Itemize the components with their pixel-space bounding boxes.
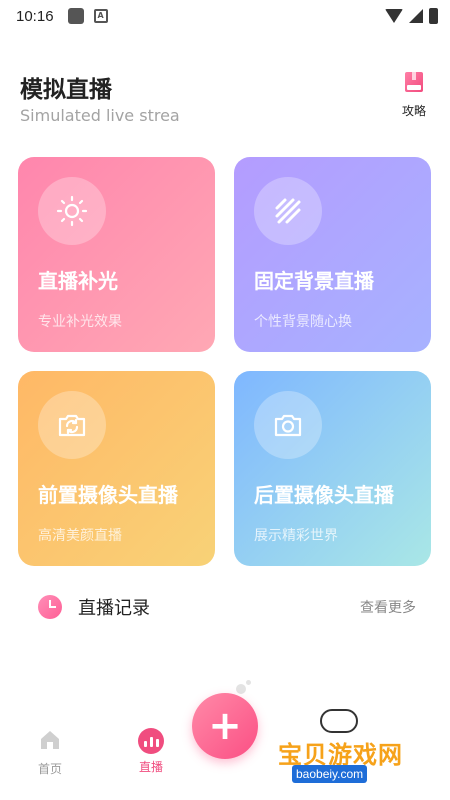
notification-icon [67,8,84,24]
view-more-link[interactable]: 查看更多 [360,597,416,617]
card-desc: 专业补光效果 [38,314,122,330]
camera-icon [274,414,302,437]
plus-icon: + [208,703,242,749]
status-bar: 10:16 A [0,0,450,32]
signal-icon [409,9,423,23]
camera-switch-icon [58,414,86,437]
card-icon-circle [254,391,322,459]
card-rear-camera[interactable]: 后置摄像头直播 展示精彩世界 [234,371,431,566]
watermark-logo: 宝贝游戏网 baobeiy.com [272,705,422,785]
nav-home-label: 首页 [37,762,62,776]
add-button[interactable]: + [192,693,258,759]
home-icon [41,731,59,749]
watermark-url: baobeiy.com [292,765,368,783]
nav-live[interactable]: 直播 [121,728,181,775]
decor-dot [246,680,251,685]
card-title: 前置摄像头直播 [38,483,178,507]
card-icon-circle [38,391,106,459]
app-notification-icon: A [93,9,108,23]
card-desc: 展示精彩世界 [254,528,338,544]
card-title: 直播补光 [38,269,118,293]
live-records-row: 直播记录 查看更多 [38,592,416,622]
sun-icon [56,195,88,227]
wifi-icon [385,9,403,23]
card-desc: 高清美颜直播 [38,528,122,544]
battery-icon [429,8,438,24]
book-icon [405,72,423,92]
card-fixed-background[interactable]: 固定背景直播 个性背景随心换 [234,157,431,352]
records-title: 直播记录 [78,598,150,619]
decor-dot [236,684,246,694]
nav-home[interactable]: 首页 [20,728,80,777]
card-title: 固定背景直播 [254,269,374,293]
guide-label: 攻略 [401,104,426,118]
live-chart-icon [138,728,164,754]
card-front-camera[interactable]: 前置摄像头直播 高清美颜直播 [18,371,215,566]
page-subtitle: Simulated live strea [20,106,180,125]
guide-button[interactable]: 攻略 [394,70,434,119]
card-title: 后置摄像头直播 [254,483,394,507]
card-desc: 个性背景随心换 [254,314,352,330]
card-icon-circle [38,177,106,245]
status-indicators [385,8,438,24]
page-title: 模拟直播 [20,77,112,103]
card-fill-light[interactable]: 直播补光 专业补光效果 [18,157,215,352]
nav-live-label: 直播 [138,760,163,774]
app-screen: 10:16 A 模拟直播 Simulated live strea 攻略 直播补… [0,0,450,800]
clock-icon [38,595,62,619]
stripes-icon [275,198,301,224]
card-icon-circle [254,177,322,245]
gamepad-icon [320,709,358,733]
status-time: 10:16 [16,7,54,25]
